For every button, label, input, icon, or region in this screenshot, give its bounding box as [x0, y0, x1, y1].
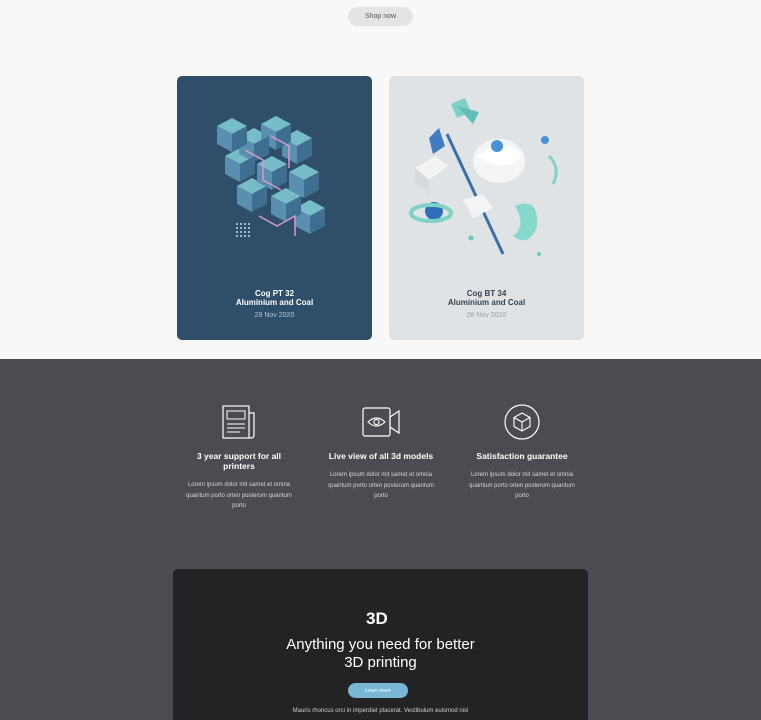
feature-title: Satisfaction guarantee — [476, 451, 568, 461]
promo-heading-line1: Anything you need for better — [286, 636, 475, 653]
feature-body: Lorem ipsum dolor mit samet et omnia qua… — [328, 472, 434, 499]
card-title-line2: Aluminium and Coal — [235, 298, 314, 307]
hero-section: Shop now Cog PT 32 Aluminium and Coal 28… — [0, 0, 761, 360]
learn-more-button[interactable]: Learn more — [348, 683, 408, 698]
3d-logo-icon: 3D — [366, 609, 388, 628]
product-card-cog-bt-34[interactable]: Cog BT 34 Aluminium and Coal 28 Nov 2020 — [389, 76, 584, 340]
feature-title: 3 year support for all printers — [196, 451, 282, 471]
feature-body: Lorem ipsum dolor mit samet et omnia qua… — [469, 472, 575, 499]
card-date: 28 Nov 2020 — [466, 312, 507, 319]
card-title-line1: Cog BT 34 — [466, 289, 507, 298]
promo-heading-line2: 3D printing — [344, 654, 417, 671]
card-title-line1: Cog PT 32 — [254, 289, 295, 298]
feature-body: Lorem ipsum dolor mit samet et omnia qua… — [186, 482, 292, 509]
video-eye-icon — [362, 407, 400, 437]
newspaper-icon — [222, 405, 255, 439]
promo-body: Mauris rhoncus orci in imperdiet placera… — [292, 708, 469, 714]
brand-logo: 3D — [173, 609, 588, 632]
feature-guarantee: Satisfaction guarantee Lorem ipsum dolor… — [467, 403, 577, 502]
feature-live-view: Live view of all 3d models Lorem ipsum d… — [326, 403, 436, 502]
feature-title: Live view of all 3d models — [328, 451, 434, 461]
card-date: 28 Nov 2020 — [254, 312, 295, 319]
cube-icon — [504, 404, 540, 440]
shop-now-button[interactable]: Shop now — [348, 7, 413, 26]
product-card-cog-pt-32[interactable]: Cog PT 32 Aluminium and Coal 28 Nov 2020 — [177, 76, 372, 340]
svg-text:3D: 3D — [366, 609, 388, 627]
card-title-line2: Aluminium and Coal — [447, 298, 526, 307]
promo-section: 3D Anything you need for better 3D print… — [173, 569, 588, 720]
promo-heading: Anything you need for better 3D printing — [173, 636, 588, 672]
feature-support: 3 year support for all printers Lorem ip… — [184, 403, 294, 512]
